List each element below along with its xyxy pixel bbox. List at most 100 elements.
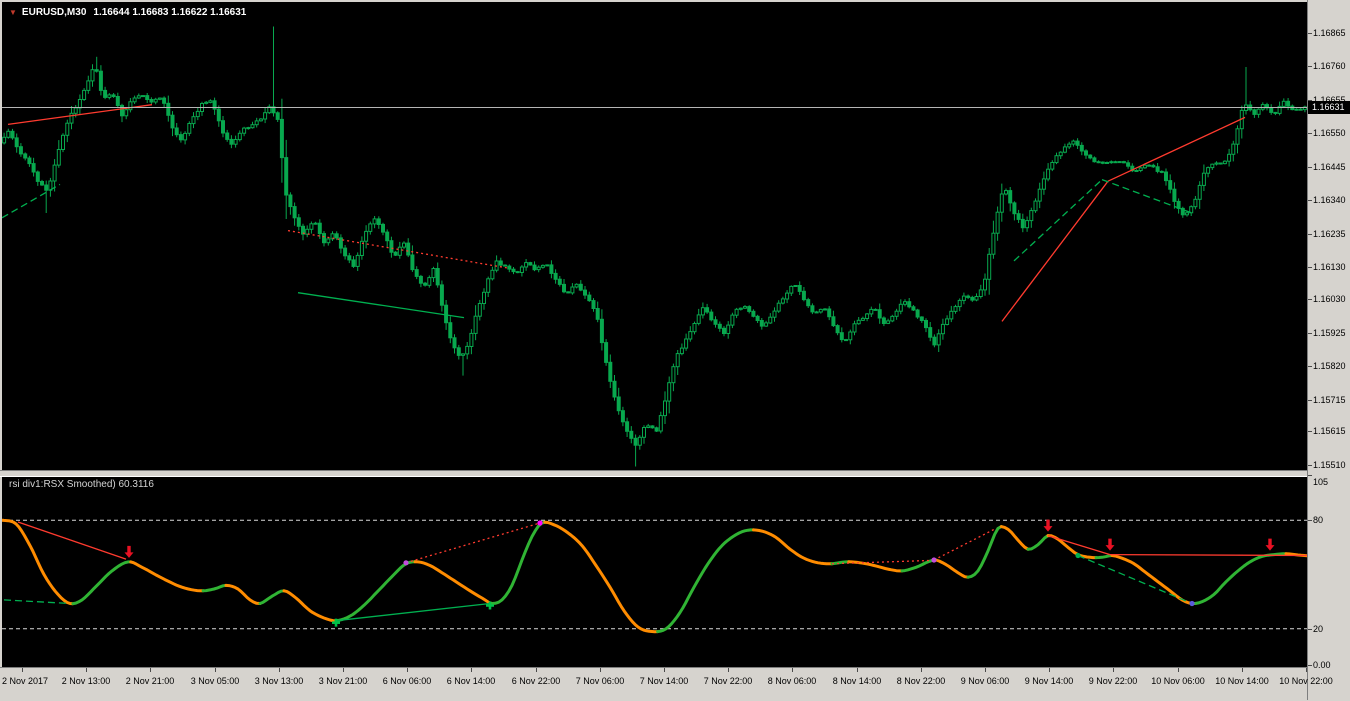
- chart-symbol-label: EURUSD,M30: [21, 7, 87, 18]
- panel-separator-handle[interactable]: [0, 470, 1350, 477]
- axis-tick: [471, 668, 472, 672]
- candle-body: [915, 309, 920, 318]
- candle-body: [620, 410, 625, 423]
- candle-body: [1159, 170, 1164, 173]
- candle-body: [1210, 163, 1215, 169]
- candle-body: [1256, 108, 1261, 115]
- candle-body: [1214, 162, 1219, 165]
- rsi-signal-markers: [124, 519, 1275, 627]
- time-axis-scale[interactable]: 2 Nov 2017 2 Nov 13:00 2 Nov 21:00 3 Nov 05…: [0, 667, 1333, 701]
- axis-tick: [536, 668, 537, 672]
- time-axis-label: 10 Nov 06:00: [1151, 676, 1205, 686]
- candle-body: [722, 327, 726, 334]
- candle-body: [263, 112, 268, 120]
- candle-body: [945, 318, 950, 325]
- rsi-divergence-line: [405, 522, 541, 564]
- candle-body: [2, 136, 7, 144]
- candle-body: [616, 396, 621, 412]
- candle-body: [780, 298, 785, 304]
- candle-body: [1252, 109, 1257, 115]
- time-axis-label: 9 Nov 14:00: [1024, 676, 1074, 686]
- candle-body: [103, 89, 108, 98]
- candle-body: [423, 282, 428, 286]
- candle-body: [835, 325, 840, 334]
- candle-body: [566, 291, 571, 294]
- candle-body: [1164, 171, 1168, 182]
- axis-tick: [1308, 629, 1312, 630]
- candle-body: [894, 310, 899, 317]
- price-axis-label: 1.16235: [1313, 229, 1346, 239]
- candle-body: [461, 353, 465, 356]
- price-axis-label: 1.16340: [1313, 195, 1346, 205]
- rsi-line-segment: [129, 560, 205, 593]
- candle-body: [1075, 140, 1080, 146]
- divergence-dot-icon: [931, 557, 937, 563]
- axis-tick: [1308, 333, 1312, 334]
- time-axis-label: 9 Nov 22:00: [1088, 676, 1138, 686]
- candle-body: [1088, 154, 1093, 159]
- candle-body: [216, 108, 221, 122]
- candle-body: [1016, 213, 1021, 220]
- candle-body: [338, 237, 343, 249]
- rsi-line-segment: [282, 589, 338, 623]
- time-axis-label: 7 Nov 06:00: [575, 676, 625, 686]
- rsi-line-segment: [1110, 554, 1197, 605]
- candle-body: [52, 164, 57, 182]
- divergence-trend-line: [297, 292, 465, 319]
- axis-tick: [343, 668, 344, 672]
- candle-body: [1222, 160, 1227, 165]
- candle-body: [317, 222, 322, 235]
- current-price-label: 1.16631: [1308, 101, 1350, 114]
- candle-body: [545, 264, 550, 267]
- divergence-dot-icon: [1075, 552, 1081, 559]
- candle-body: [793, 285, 798, 287]
- price-chart-panel[interactable]: ▼ EURUSD,M30 1.16644 1.16683 1.16622 1.166…: [2, 2, 1307, 470]
- candle-body: [1206, 167, 1211, 174]
- candle-body: [288, 194, 293, 208]
- candlestick-series: [2, 26, 1307, 467]
- candle-body: [1050, 162, 1055, 170]
- candle-body: [82, 89, 87, 101]
- candle-body: [292, 206, 297, 219]
- candle-body: [347, 255, 352, 261]
- candle-body: [709, 311, 714, 321]
- price-chart-canvas[interactable]: [2, 2, 1307, 470]
- candle-body: [174, 127, 179, 136]
- candle-body: [1113, 161, 1118, 164]
- rsi-line-segment: [847, 560, 904, 573]
- rsi-line-segment: [1193, 552, 1288, 605]
- divergence-trend-line: [1001, 180, 1109, 322]
- axis-tick: [407, 668, 408, 672]
- candle-body: [389, 240, 394, 253]
- divergence-dot-icon: [403, 560, 409, 566]
- candle-body: [865, 313, 870, 319]
- axis-tick: [664, 668, 665, 672]
- candle-body: [961, 295, 966, 301]
- candle-body: [991, 232, 996, 255]
- axis-tick: [1308, 299, 1312, 300]
- rsi-indicator-panel[interactable]: rsi div1:RSX Smoothed) 60.3116: [2, 475, 1307, 667]
- candle-body: [385, 231, 390, 242]
- rsi-line-segment: [334, 560, 417, 623]
- candle-body: [128, 101, 133, 111]
- candle-body: [313, 222, 318, 225]
- rsi-chart-canvas[interactable]: [2, 475, 1307, 667]
- axis-tick: [1308, 234, 1312, 235]
- candle-body: [1142, 164, 1147, 169]
- candle-body: [759, 320, 764, 327]
- candle-body: [1260, 104, 1265, 110]
- candle-body: [233, 139, 238, 145]
- candle-body: [738, 307, 743, 310]
- price-axis-scale[interactable]: 1.16631 1.16865 1.16760 1.16655 1.16550 1.16…: [1307, 0, 1350, 700]
- candle-body: [713, 319, 718, 325]
- axis-tick: [921, 668, 922, 672]
- candle-body: [1054, 155, 1059, 164]
- candle-body: [1117, 161, 1122, 164]
- time-axis-label: 6 Nov 06:00: [382, 676, 432, 686]
- candle-body: [254, 120, 259, 126]
- time-axis-label: 8 Nov 14:00: [832, 676, 882, 686]
- time-axis-label: 6 Nov 14:00: [446, 676, 496, 686]
- candle-body: [503, 264, 508, 267]
- candle-body: [860, 317, 865, 321]
- candle-body: [1227, 153, 1232, 162]
